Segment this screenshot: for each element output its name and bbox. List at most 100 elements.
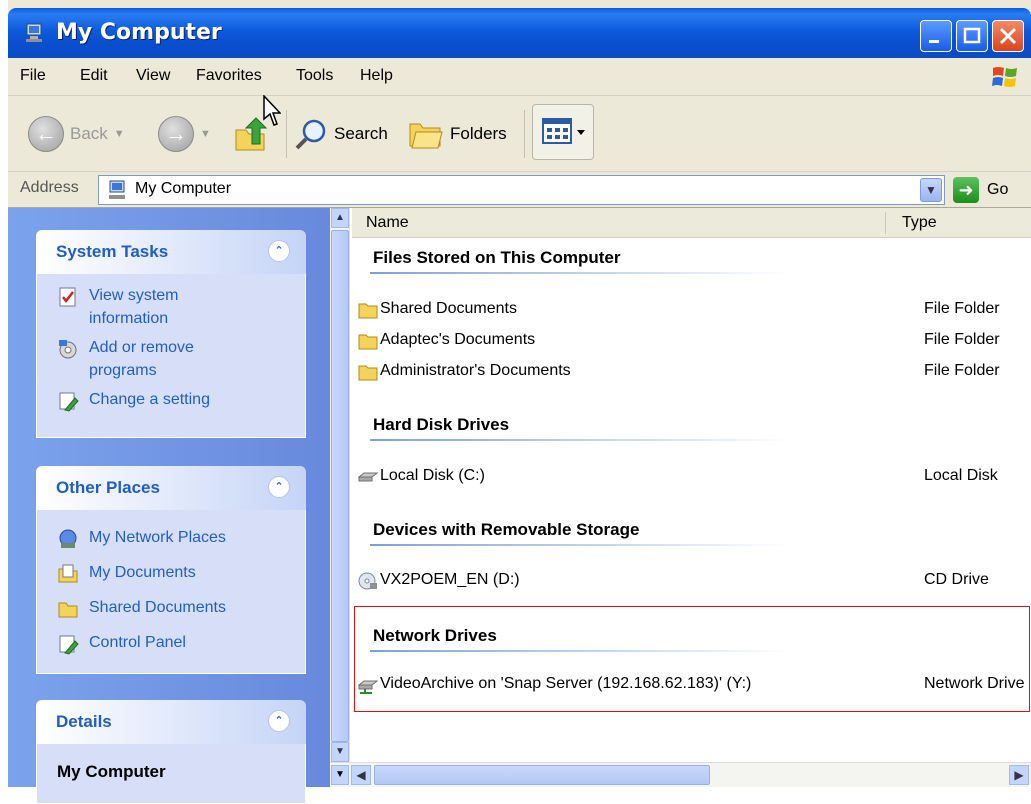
windows-logo-icon bbox=[992, 67, 1017, 87]
forward-dropdown-icon[interactable]: ▼ bbox=[200, 128, 211, 140]
close-button[interactable] bbox=[992, 20, 1024, 52]
item-type: File Folder bbox=[924, 331, 1000, 348]
back-button[interactable]: ← Back ▼ bbox=[28, 114, 125, 154]
cd-drive-icon bbox=[358, 572, 377, 590]
toolbar: ← Back ▼ → ▼ Search Folders bbox=[8, 96, 1031, 172]
place-label: Shared Documents bbox=[89, 599, 226, 616]
scroll-down-icon[interactable]: ▼ bbox=[331, 765, 349, 785]
item-type: Local Disk bbox=[924, 467, 998, 484]
group-header: Hard Disk Drives bbox=[373, 415, 510, 434]
list-item[interactable]: Shared Documents File Folder bbox=[358, 299, 1030, 323]
folder-icon bbox=[358, 303, 378, 319]
back-dropdown-icon[interactable]: ▼ bbox=[114, 128, 125, 140]
group-divider bbox=[370, 272, 790, 274]
task-add-remove-programs[interactable]: Add or remove programs bbox=[57, 336, 305, 382]
menu-file[interactable]: File bbox=[20, 67, 46, 85]
system-tasks-header[interactable]: System Tasks ⌃ bbox=[36, 230, 306, 274]
task-view-system-info[interactable]: View system information bbox=[57, 284, 305, 330]
toolbar-separator bbox=[286, 110, 287, 158]
place-my-documents[interactable]: My Documents bbox=[57, 561, 305, 585]
place-control-panel[interactable]: Control Panel bbox=[57, 631, 305, 655]
search-label: Search bbox=[334, 124, 388, 143]
menu-edit[interactable]: Edit bbox=[80, 67, 108, 85]
collapse-chevron-icon[interactable]: ⌃ bbox=[268, 710, 290, 732]
group-divider bbox=[370, 544, 790, 546]
address-dropdown-icon[interactable]: ▼ bbox=[920, 178, 942, 202]
scroll-down-icon[interactable]: ▼ bbox=[331, 742, 349, 762]
minimize-button[interactable] bbox=[920, 20, 952, 52]
system-tasks-title: System Tasks bbox=[56, 242, 169, 261]
details-item-title: My Computer bbox=[57, 762, 166, 781]
address-value: My Computer bbox=[135, 180, 232, 197]
place-my-network-places[interactable]: My Network Places bbox=[57, 526, 305, 550]
search-button[interactable]: Search bbox=[294, 114, 388, 154]
address-field[interactable]: My Computer ▼ bbox=[98, 175, 945, 205]
menu-view[interactable]: View bbox=[136, 67, 170, 85]
list-item[interactable]: Local Disk (C:) Local Disk bbox=[358, 466, 1030, 490]
folders-label: Folders bbox=[450, 124, 507, 143]
mouse-cursor-icon bbox=[263, 95, 281, 126]
control-panel-icon bbox=[59, 635, 79, 655]
scroll-right-icon[interactable]: ▶ bbox=[1009, 765, 1029, 785]
forward-button[interactable]: → ▼ bbox=[158, 114, 211, 154]
add-remove-programs-icon bbox=[59, 340, 77, 359]
menu-favorites[interactable]: Favorites bbox=[196, 67, 262, 85]
place-label: My Network Places bbox=[89, 529, 226, 546]
list-item[interactable]: Administrator's Documents File Folder bbox=[358, 361, 1030, 385]
column-divider[interactable] bbox=[885, 212, 886, 234]
collapse-chevron-icon[interactable]: ⌃ bbox=[268, 240, 290, 262]
scroll-thumb[interactable] bbox=[374, 765, 710, 785]
task-pane: System Tasks ⌃ View system information A… bbox=[8, 208, 330, 804]
back-label: Back bbox=[70, 124, 108, 143]
group-header: Files Stored on This Computer bbox=[373, 248, 621, 267]
list-item[interactable]: VX2POEM_EN (D:) CD Drive bbox=[358, 570, 1030, 594]
task-change-setting[interactable]: Change a setting bbox=[57, 388, 305, 412]
other-places-header[interactable]: Other Places ⌃ bbox=[36, 466, 306, 510]
item-type: CD Drive bbox=[924, 571, 989, 588]
views-button[interactable] bbox=[532, 104, 594, 160]
details-header[interactable]: Details ⌃ bbox=[36, 700, 306, 744]
vertical-scrollbar[interactable]: ▲ ▼ bbox=[330, 208, 350, 762]
details-panel: Details ⌃ My Computer bbox=[36, 700, 306, 804]
maximize-button[interactable] bbox=[956, 20, 988, 52]
other-places-panel: Other Places ⌃ My Network Places My Docu… bbox=[36, 466, 306, 674]
folder-icon bbox=[58, 602, 78, 618]
scroll-left-icon[interactable]: ◀ bbox=[351, 765, 371, 785]
item-name: Local Disk (C:) bbox=[380, 467, 485, 484]
address-label: Address bbox=[20, 179, 79, 196]
column-type-header[interactable]: Type bbox=[902, 214, 937, 232]
item-name: Adaptec's Documents bbox=[380, 331, 536, 348]
place-label: My Documents bbox=[89, 564, 196, 581]
my-documents-icon bbox=[58, 564, 78, 583]
scroll-up-icon[interactable]: ▲ bbox=[331, 208, 349, 228]
task-label: View system information bbox=[89, 287, 179, 327]
group-divider bbox=[370, 439, 790, 441]
menu-bar: File Edit View Favorites Tools Help bbox=[8, 58, 1031, 96]
back-arrow-icon: ← bbox=[28, 116, 64, 152]
search-icon bbox=[295, 119, 326, 150]
place-shared-documents[interactable]: Shared Documents bbox=[57, 596, 305, 620]
collapse-chevron-icon[interactable]: ⌃ bbox=[268, 476, 290, 498]
maximize-icon bbox=[963, 27, 981, 44]
system-tasks-panel: System Tasks ⌃ View system information A… bbox=[36, 230, 306, 438]
other-places-title: Other Places bbox=[56, 478, 160, 497]
hard-disk-icon bbox=[358, 472, 378, 482]
horizontal-scrollbar[interactable]: ▼ ◀ ▶ bbox=[330, 762, 1031, 787]
item-type: File Folder bbox=[924, 300, 1000, 317]
item-name: Administrator's Documents bbox=[380, 362, 571, 379]
task-label: Change a setting bbox=[89, 391, 210, 408]
title-bar[interactable]: My Computer bbox=[8, 8, 1031, 58]
menu-tools[interactable]: Tools bbox=[296, 67, 333, 85]
menu-help[interactable]: Help bbox=[360, 67, 393, 85]
control-panel-icon bbox=[59, 392, 79, 412]
task-label: Add or remove programs bbox=[89, 339, 194, 379]
list-item[interactable]: Adaptec's Documents File Folder bbox=[358, 330, 1030, 354]
my-computer-icon bbox=[109, 180, 125, 199]
place-label: Control Panel bbox=[89, 634, 186, 651]
scroll-thumb[interactable] bbox=[331, 230, 349, 742]
go-label: Go bbox=[987, 181, 1009, 198]
explorer-window: My Computer File Edit View Favorites Too… bbox=[0, 0, 1031, 804]
column-name-header[interactable]: Name bbox=[366, 214, 409, 232]
go-button[interactable]: ➜ Go bbox=[953, 177, 1008, 203]
folders-button[interactable]: Folders bbox=[408, 114, 507, 154]
